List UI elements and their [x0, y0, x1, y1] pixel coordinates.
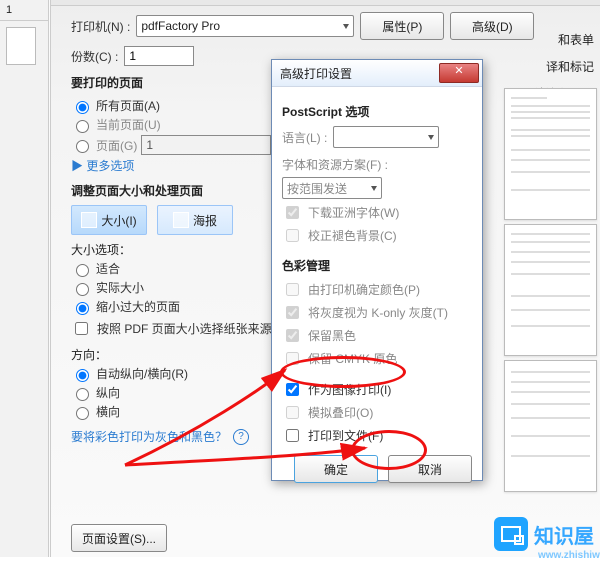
language-dropdown[interactable]: [333, 126, 439, 148]
page-setup-button[interactable]: 页面设置(S)...: [71, 524, 167, 552]
checkbox-printer-color[interactable]: 由打印机确定颜色(P): [282, 280, 472, 299]
copies-input[interactable]: [124, 46, 194, 66]
page-range-input[interactable]: [141, 135, 271, 155]
side-text-2: 译和标记: [498, 55, 598, 78]
size-icon: [81, 212, 97, 228]
printer-dropdown[interactable]: pdfFactory Pro: [136, 15, 354, 37]
tab-size[interactable]: 大小(I): [71, 205, 147, 235]
printer-value: pdfFactory Pro: [141, 19, 220, 33]
watermark-url: www.zhishiwu.com: [538, 550, 600, 561]
preview-page[interactable]: [504, 360, 597, 492]
help-icon[interactable]: ?: [233, 429, 249, 445]
language-label: 语言(L) :: [282, 129, 327, 146]
grayscale-link[interactable]: 要将彩色打印为灰色和黑色？?: [71, 428, 249, 445]
checkbox-gray-konly[interactable]: 将灰度视为 K-only 灰度(T): [282, 303, 472, 322]
watermark: 知识屋 www.zhishiwu.com: [494, 517, 594, 551]
dialog-title: 高级打印设置: [280, 65, 352, 82]
font-policy-label: 字体和资源方案(F) :: [282, 156, 388, 173]
chevron-down-icon: [371, 186, 377, 191]
checkbox-simulate-overprint[interactable]: 模拟叠印(O): [282, 403, 472, 422]
ok-button[interactable]: 确定: [294, 455, 378, 483]
checkbox-gradient-bg[interactable]: 校正褪色背景(C): [282, 226, 472, 245]
page-number: 1: [0, 0, 48, 21]
properties-button[interactable]: 属性(P): [360, 12, 444, 40]
printer-label: 打印机(N) :: [71, 18, 130, 35]
chevron-down-icon: [343, 24, 349, 29]
postscript-group-title: PostScript 选项: [282, 103, 472, 120]
watermark-text: 知识屋: [534, 520, 594, 549]
checkbox-print-to-file[interactable]: 打印到文件(F): [282, 426, 472, 445]
color-mgmt-group-title: 色彩管理: [282, 257, 472, 274]
checkbox-preserve-cmyk[interactable]: 保留 CMYK 原色: [282, 349, 472, 368]
watermark-icon: [494, 517, 528, 551]
poster-icon: [173, 212, 189, 228]
checkbox-preserve-black[interactable]: 保留黑色: [282, 326, 472, 345]
chevron-down-icon: [428, 135, 434, 140]
preview-page[interactable]: [504, 88, 597, 220]
side-text-1: 和表单: [498, 28, 598, 51]
page-thumbnail[interactable]: [6, 27, 36, 65]
copies-label: 份数(C) :: [71, 48, 118, 65]
font-policy-dropdown[interactable]: 按范围发送: [282, 177, 382, 199]
close-button[interactable]: ✕: [439, 63, 479, 83]
checkbox-download-asian[interactable]: 下载亚洲字体(W): [282, 203, 472, 222]
preview-page[interactable]: [504, 224, 597, 356]
more-options-link[interactable]: ▶ 更多选项: [71, 157, 134, 174]
page-preview-panel: [501, 84, 600, 514]
advanced-print-dialog: 高级打印设置 ✕ PostScript 选项 语言(L) : 字体和资源方案(F…: [271, 59, 483, 481]
tab-poster[interactable]: 海报: [157, 205, 233, 235]
cancel-button[interactable]: 取消: [388, 455, 472, 483]
checkbox-print-as-image[interactable]: 作为图像打印(I): [282, 380, 472, 399]
